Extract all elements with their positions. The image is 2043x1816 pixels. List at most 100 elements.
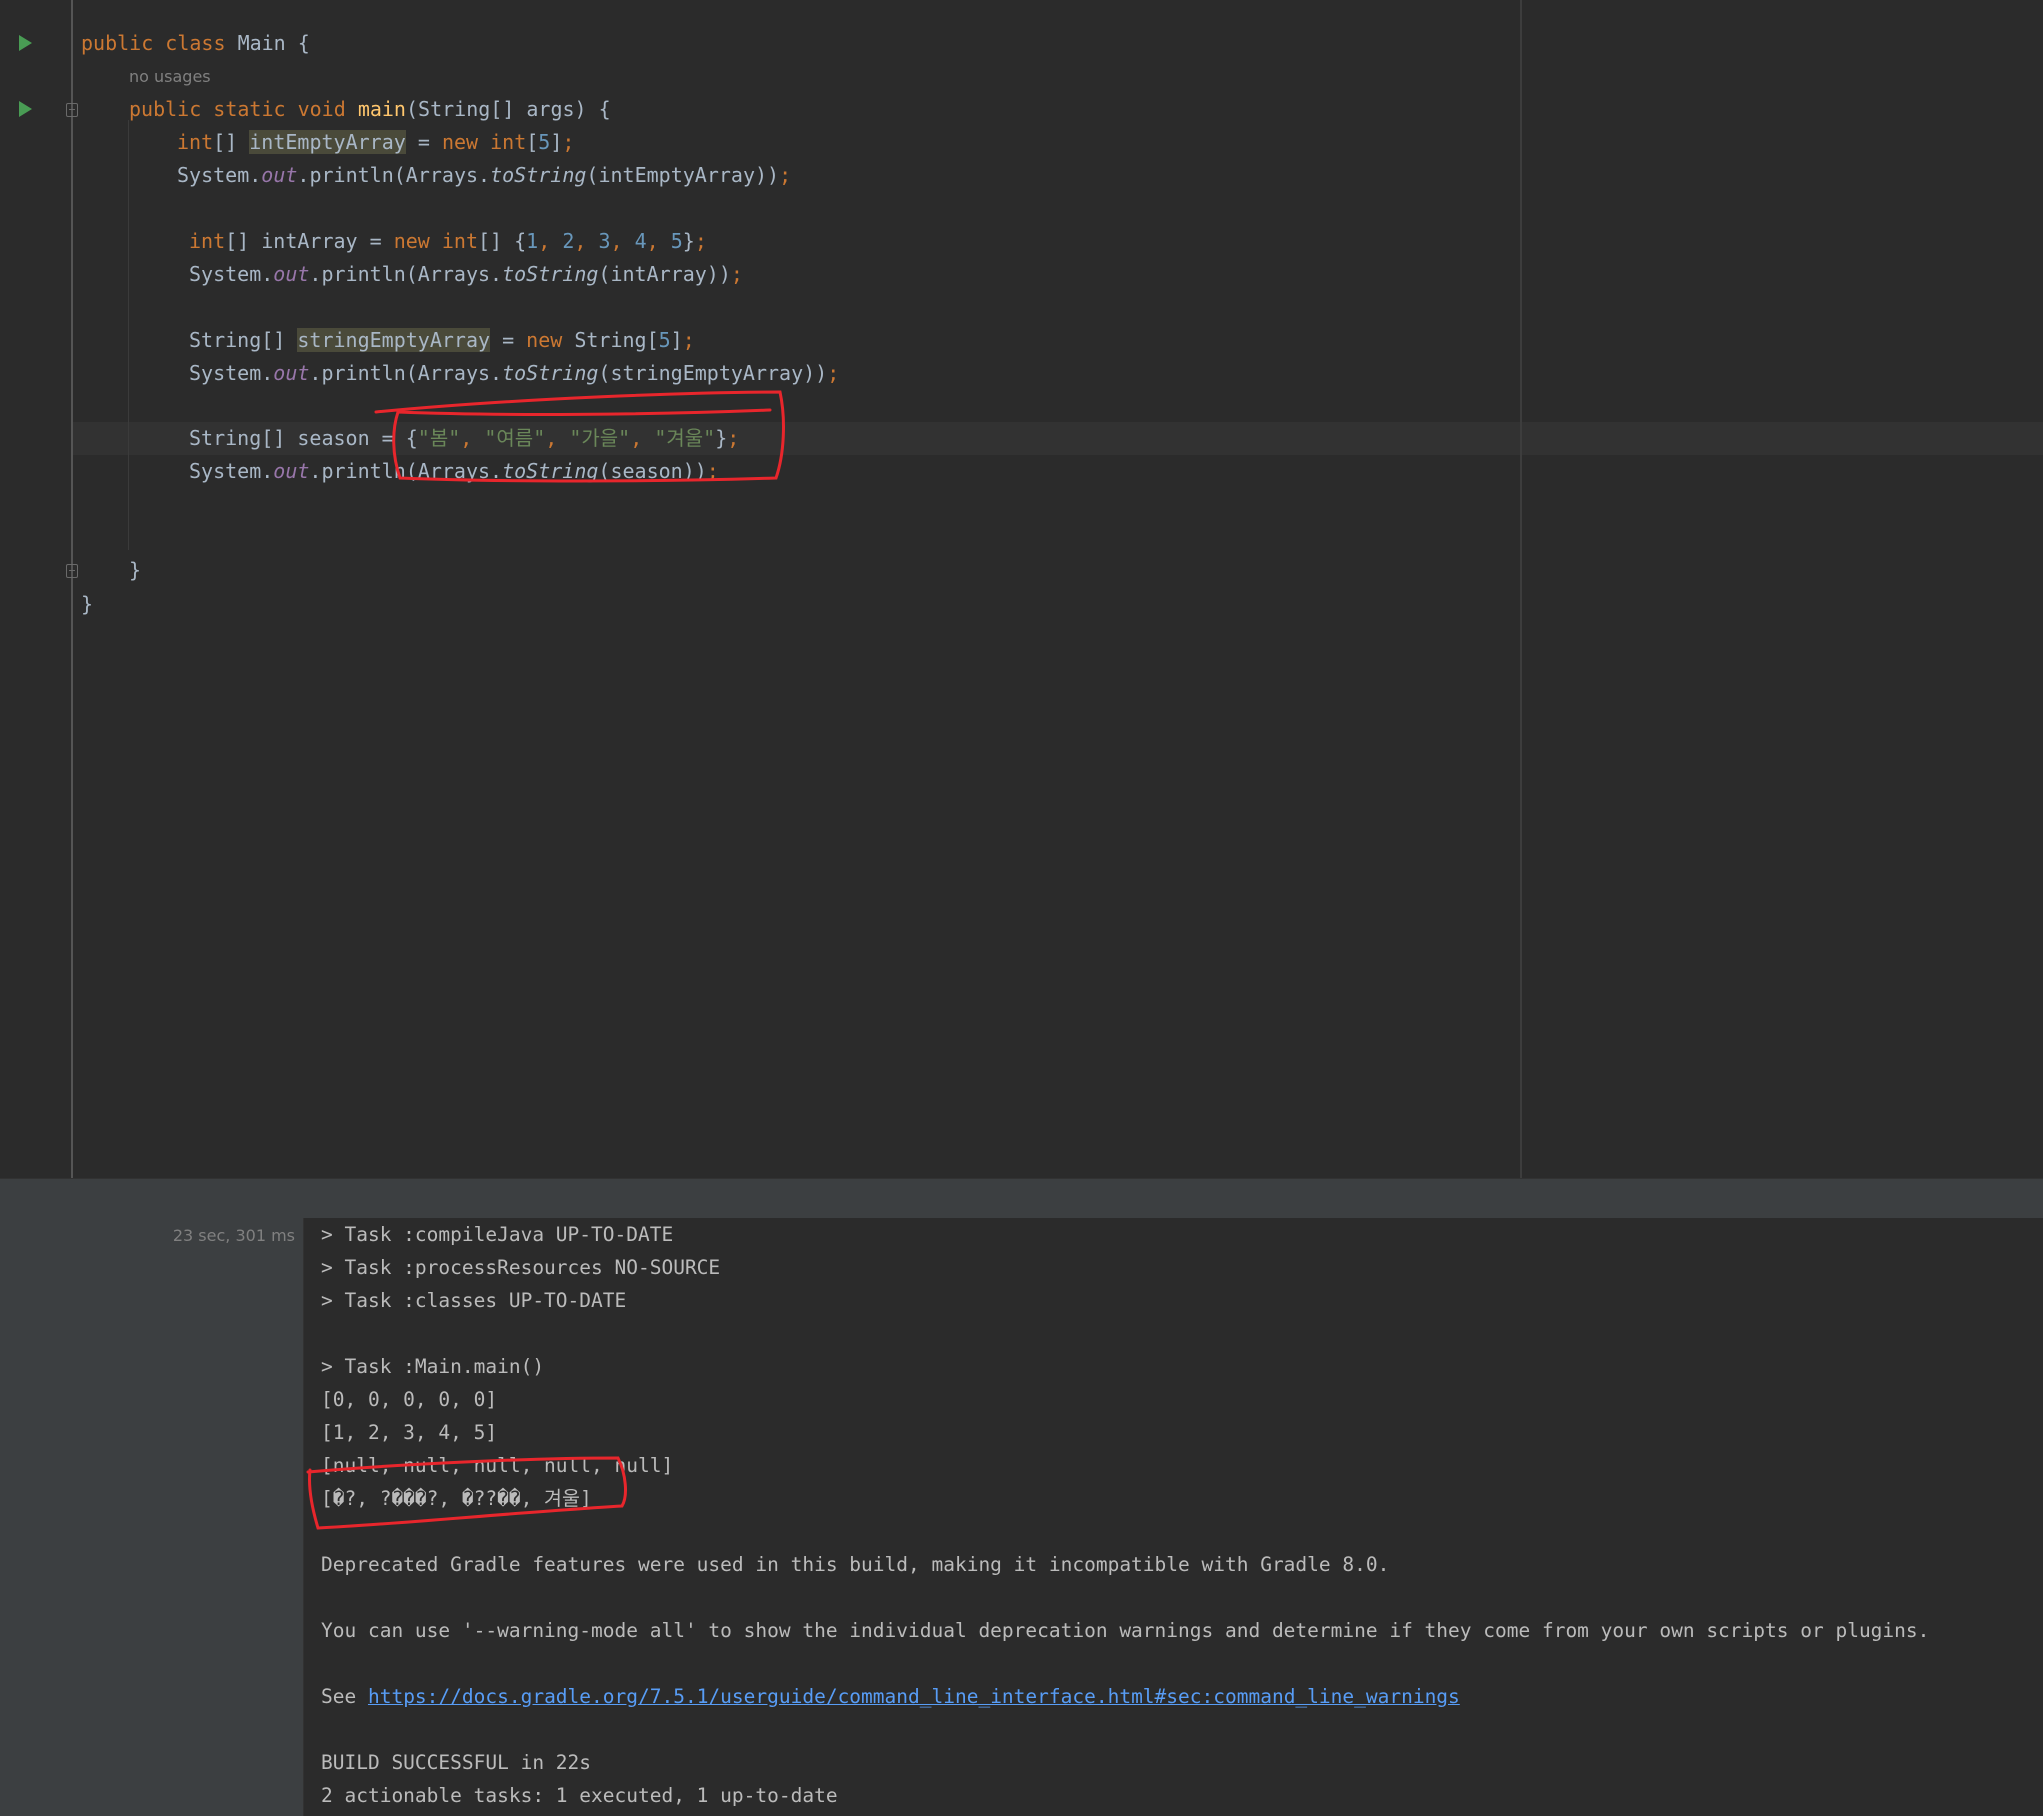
comma: , <box>646 229 671 253</box>
keyword: new <box>441 130 479 154</box>
docs-link[interactable]: https://docs.gradle.org/7.5.1/userguide/… <box>368 1685 1460 1708</box>
code-line-11: } <box>129 554 141 587</box>
semicolon: ; <box>682 328 695 352</box>
number-literal: 1 <box>526 229 539 253</box>
code-text: (String[] args) { <box>405 97 611 121</box>
right-margin-guide <box>1520 0 1522 1178</box>
keyword: static <box>213 97 286 121</box>
fold-end-icon[interactable] <box>66 564 78 578</box>
code-text: String[ <box>562 328 659 352</box>
code-text: .println(Arrays. <box>297 163 491 187</box>
static-field: out <box>261 163 298 187</box>
static-method: toString <box>502 262 599 286</box>
run-tree-panel[interactable]: 23 sec, 301 ms <box>0 1218 304 1816</box>
semicolon: ; <box>730 262 743 286</box>
code-text: = <box>405 130 442 154</box>
comma: , <box>545 426 570 450</box>
keyword: public <box>129 97 202 121</box>
code-text: System. <box>189 262 274 286</box>
brace: } <box>81 592 94 616</box>
no-usages-hint[interactable]: no usages <box>129 66 211 88</box>
string-literal: "겨울" <box>654 426 716 450</box>
static-field: out <box>273 361 310 385</box>
code-text: } <box>682 229 695 253</box>
code-text: [] intArray = <box>225 229 394 253</box>
keyword: int <box>177 130 214 154</box>
semicolon: ; <box>694 229 707 253</box>
unused-variable-highlight: stringEmptyArray <box>297 328 491 352</box>
string-literal: "여름" <box>484 426 546 450</box>
number-literal: 3 <box>598 229 611 253</box>
run-console[interactable]: 23 sec, 301 ms > Task :compileJava UP-TO… <box>0 1218 2043 1816</box>
comma: , <box>610 229 635 253</box>
code-line-9: String[] season = {"봄", "여름", "가을", "겨울"… <box>189 422 739 455</box>
class-name: Main <box>237 31 286 55</box>
keyword: int <box>441 229 478 253</box>
see-prefix: See <box>321 1685 368 1708</box>
method-name: main <box>357 97 406 121</box>
keyword: int <box>490 130 527 154</box>
keyword: new <box>393 229 430 253</box>
comma: , <box>538 229 563 253</box>
console-line: Deprecated Gradle features were used in … <box>321 1553 1390 1576</box>
semicolon: ; <box>706 459 719 483</box>
code-line-3: int[] intEmptyArray = new int[5]; <box>177 126 574 159</box>
keyword: new <box>526 328 563 352</box>
console-line: [null, null, null, null, null] <box>321 1454 674 1477</box>
fold-method-icon[interactable] <box>66 103 78 117</box>
code-text: String[] season = { <box>189 426 418 450</box>
code-text: System. <box>189 361 274 385</box>
keyword: int <box>189 229 226 253</box>
number-literal: 5 <box>538 130 551 154</box>
run-main-icon[interactable] <box>19 101 32 117</box>
static-field: out <box>273 262 310 286</box>
code-line-12: } <box>81 588 93 621</box>
code-text: (intEmptyArray)) <box>586 163 780 187</box>
code-text: ] <box>550 130 563 154</box>
code-text: .println(Arrays. <box>309 459 503 483</box>
static-field: out <box>273 459 310 483</box>
semicolon: ; <box>562 130 575 154</box>
console-line-garbled-output: [�?, ?���?, �??��, 겨울] <box>321 1487 592 1510</box>
run-class-icon[interactable] <box>19 35 32 51</box>
semicolon: ; <box>827 361 840 385</box>
indent-guide <box>128 120 129 550</box>
code-text: String[] <box>189 328 298 352</box>
static-method: toString <box>502 459 599 483</box>
code-line-7: String[] stringEmptyArray = new String[5… <box>189 324 695 357</box>
code-line-8: System.out.println(Arrays.toString(strin… <box>189 357 839 390</box>
comma: , <box>630 426 655 450</box>
code-line-1: public class Main { <box>81 27 310 60</box>
panel-splitter[interactable] <box>0 1178 2043 1219</box>
unused-variable-highlight: intEmptyArray <box>249 130 406 154</box>
static-method: toString <box>490 163 587 187</box>
number-literal: 2 <box>562 229 575 253</box>
code-text: .println(Arrays. <box>309 361 503 385</box>
code-line-4: System.out.println(Arrays.toString(intEm… <box>177 159 791 192</box>
code-line-2: public static void main(String[] args) { <box>129 93 611 126</box>
code-text: [] <box>213 130 238 154</box>
code-text: System. <box>177 163 262 187</box>
code-text: [] { <box>478 229 527 253</box>
semicolon: ; <box>727 426 740 450</box>
gutter-divider <box>71 0 73 1178</box>
code-line-6: System.out.println(Arrays.toString(intAr… <box>189 258 743 291</box>
number-literal: 5 <box>670 229 683 253</box>
code-editor[interactable]: public class Main { no usages public sta… <box>0 0 2043 1178</box>
console-line: BUILD SUCCESSFUL in 22s <box>321 1751 592 1774</box>
console-line: > Task :processResources NO-SOURCE <box>321 1256 721 1279</box>
console-line: You can use '--warning-mode all' to show… <box>321 1619 1930 1642</box>
code-line-5: int[] intArray = new int[] {1, 2, 3, 4, … <box>189 225 707 258</box>
keyword: void <box>297 97 346 121</box>
code-text: [ <box>526 130 539 154</box>
code-text: ] <box>670 328 683 352</box>
code-text: System. <box>189 459 274 483</box>
console-line: [1, 2, 3, 4, 5] <box>321 1421 498 1444</box>
comma: , <box>574 229 599 253</box>
comma: , <box>460 426 485 450</box>
console-line: 2 actionable tasks: 1 executed, 1 up-to-… <box>321 1784 838 1807</box>
code-line-10: System.out.println(Arrays.toString(seaso… <box>189 455 719 488</box>
static-method: toString <box>502 361 599 385</box>
brace: { <box>297 31 310 55</box>
code-text: = <box>490 328 527 352</box>
